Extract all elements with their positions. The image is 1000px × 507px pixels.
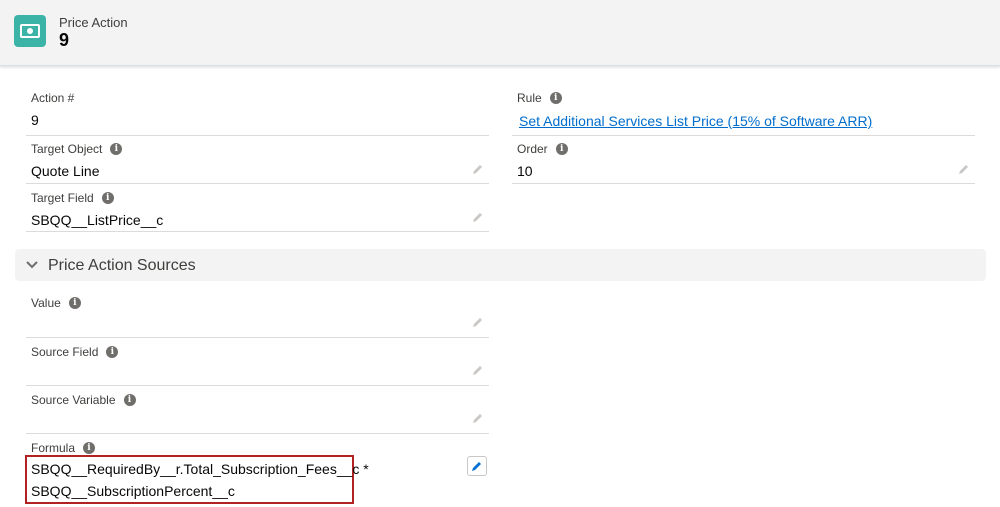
chevron-down-icon [25, 258, 39, 272]
pencil-icon [472, 462, 481, 471]
pencil-icon[interactable] [471, 162, 485, 176]
field-label: Rule [517, 91, 542, 105]
info-icon[interactable]: i [101, 192, 114, 204]
info-icon[interactable]: i [555, 143, 568, 155]
field-label: Target Object [31, 142, 103, 156]
formula-line-1: SBQQ__RequiredBy__r.Total_Subscription_F… [31, 461, 369, 477]
info-icon[interactable]: i [106, 346, 119, 358]
edit-formula-button[interactable] [467, 456, 487, 476]
field-value: Quote Line [31, 163, 100, 179]
record-header: Price Action 9 [0, 0, 1000, 66]
field-label: Source Variable [31, 393, 116, 407]
field-value: SBQQ__ListPrice__c [31, 212, 164, 228]
field-label: Order [517, 142, 548, 156]
field-value: 9 [31, 112, 39, 128]
field-label: Value [31, 296, 61, 310]
info-icon[interactable]: i [549, 92, 562, 104]
field-value-source: Value i [26, 292, 489, 338]
field-action-number: Action # 9 [26, 86, 489, 136]
pencil-icon[interactable] [471, 363, 485, 377]
pencil-icon[interactable] [957, 162, 971, 176]
field-source-variable: Source Variable i [26, 388, 489, 434]
section-header-price-action-sources[interactable]: Price Action Sources [15, 249, 986, 281]
field-label: Action # [31, 91, 75, 105]
money-icon [14, 15, 46, 47]
pencil-icon[interactable] [471, 411, 485, 425]
field-source-field: Source Field i [26, 340, 489, 386]
section-title: Price Action Sources [48, 257, 196, 274]
record-name: 9 [59, 30, 70, 50]
object-type-label: Price Action [59, 15, 128, 30]
field-target-object: Target Object i Quote Line [26, 138, 489, 184]
field-label: Source Field [31, 345, 99, 359]
field-rule: Rule i Set Additional Services List Pric… [512, 86, 975, 136]
pencil-icon[interactable] [471, 315, 485, 329]
field-target-field: Target Field i SBQQ__ListPrice__c [26, 186, 489, 232]
info-icon[interactable]: i [110, 143, 123, 155]
field-value: 10 [517, 163, 533, 179]
formula-line-2: SBQQ__SubscriptionPercent__c [31, 483, 235, 499]
info-icon[interactable]: i [123, 394, 136, 406]
field-label: Target Field [31, 191, 94, 205]
field-order: Order i 10 [512, 138, 975, 184]
rule-link[interactable]: Set Additional Services List Price (15% … [519, 113, 872, 129]
field-label: Formula [31, 441, 76, 455]
pencil-icon[interactable] [471, 210, 485, 224]
info-icon[interactable]: i [68, 297, 81, 309]
info-icon[interactable]: i [83, 442, 96, 454]
